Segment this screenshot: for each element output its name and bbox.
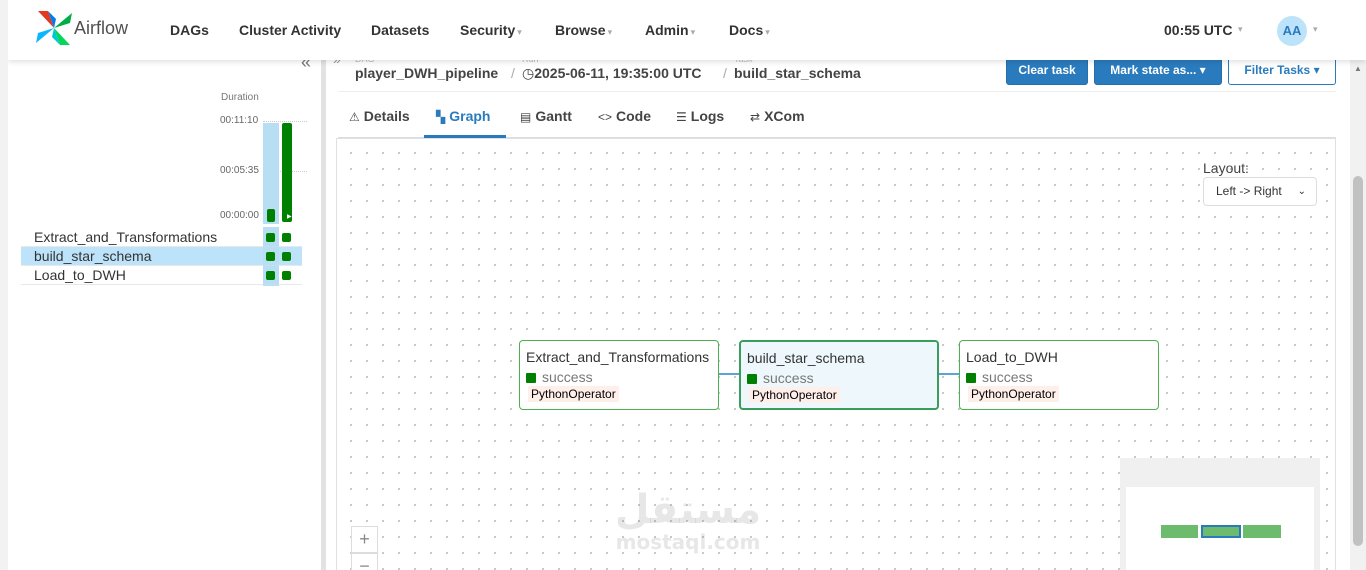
graph-node-load[interactable]: Load_to_DWH success PythonOperator — [959, 340, 1159, 410]
duration-label: Duration — [221, 92, 259, 103]
airflow-logo-icon[interactable] — [34, 9, 74, 47]
nav-dags[interactable]: DAGs — [170, 22, 209, 38]
node-operator: PythonOperator — [968, 386, 1059, 402]
node-operator: PythonOperator — [749, 387, 840, 403]
user-avatar[interactable]: AA — [1277, 16, 1307, 46]
graph-node-build-star-schema[interactable]: build_star_schema success PythonOperator — [739, 340, 939, 410]
caret-down-icon: ▾ — [765, 27, 770, 37]
warning-icon: ⚠ — [349, 110, 360, 124]
duration-tick: 00:05:35 — [220, 165, 259, 176]
chevron-down-icon: ⌄ — [1297, 186, 1306, 197]
task-instance-status[interactable] — [266, 271, 275, 280]
breadcrumb-separator: / — [511, 65, 515, 81]
status-dot-icon — [966, 373, 976, 383]
caret-down-icon: ▾ — [1238, 24, 1243, 34]
scrollbar-thumb[interactable] — [1353, 176, 1363, 546]
run-duration-bar[interactable] — [267, 209, 275, 222]
run-duration-bar[interactable] — [282, 123, 292, 222]
brand-name[interactable]: Airflow — [74, 18, 128, 39]
tab-details[interactable]: ⚠ Details — [349, 108, 410, 124]
task-row-load[interactable]: Load_to_DWH — [21, 266, 302, 285]
task-instance-status[interactable] — [266, 252, 275, 261]
gridline — [263, 121, 307, 122]
node-state: success — [526, 369, 593, 385]
nav-browse[interactable]: Browse ▾ — [555, 22, 612, 38]
nav-admin[interactable]: Admin ▾ — [645, 22, 695, 38]
utc-clock[interactable]: 00:55 UTC — [1164, 22, 1232, 38]
duration-tick: 00:11:10 — [220, 115, 259, 126]
logs-icon: ☰ — [676, 110, 687, 124]
caret-down-icon: ▾ — [1313, 24, 1318, 34]
code-icon: <> — [598, 110, 613, 124]
task-row-extract[interactable]: Extract_and_Transformations — [21, 228, 302, 247]
graph-icon: ▚ — [436, 110, 446, 124]
tab-logs[interactable]: ☰ Logs — [676, 108, 724, 124]
layout-label: Layout: — [1203, 160, 1249, 176]
caret-down-icon: ▾ — [517, 27, 522, 37]
node-state: success — [747, 370, 814, 386]
duration-tick: 00:00:00 — [220, 210, 259, 221]
nav-datasets[interactable]: Datasets — [371, 22, 429, 38]
caret-down-icon: ▾ — [1313, 63, 1320, 77]
caret-down-icon: ▾ — [607, 27, 613, 37]
clock-icon: ◷ — [522, 65, 535, 81]
gantt-icon: ▤ — [520, 110, 532, 124]
task-instance-status[interactable] — [266, 233, 275, 242]
header-divider — [338, 91, 1336, 92]
layout-select[interactable]: Left -> Right ⌄ — [1203, 177, 1317, 206]
node-operator: PythonOperator — [528, 386, 619, 402]
zoom-in-button[interactable]: + — [351, 526, 378, 553]
status-dot-icon — [526, 373, 536, 383]
graph-edge — [939, 373, 961, 375]
task-row-build-star-schema[interactable]: build_star_schema — [21, 247, 302, 266]
graph-node-extract[interactable]: Extract_and_Transformations success Pyth… — [519, 340, 719, 410]
nav-security[interactable]: Security ▾ — [460, 22, 522, 38]
task-instance-status[interactable] — [282, 271, 291, 280]
status-dot-icon — [747, 374, 757, 384]
task-instance-status[interactable] — [282, 252, 291, 261]
top-navbar: Airflow DAGs Cluster Activity Datasets S… — [8, 0, 1366, 60]
breadcrumb-separator: / — [723, 65, 727, 81]
minimap-node — [1201, 525, 1241, 538]
watermark: مستقل mostaql.com — [614, 487, 762, 554]
breadcrumb-task[interactable]: build_star_schema — [734, 65, 861, 81]
minimap-node — [1161, 525, 1198, 538]
airflow-window: Airflow DAGs Cluster Activity Datasets S… — [8, 0, 1366, 570]
nav-cluster-activity[interactable]: Cluster Activity — [239, 22, 341, 38]
zoom-out-button[interactable]: − — [351, 553, 378, 570]
breadcrumb-run[interactable]: ◷2025-06-11, 19:35:00 UTC — [522, 65, 702, 82]
graph-edge — [719, 373, 741, 375]
panel-resize-handle[interactable] — [321, 60, 326, 570]
tab-graph[interactable]: ▚ Graph — [436, 108, 490, 124]
tab-xcom[interactable]: ⇄ XCom — [750, 108, 805, 124]
caret-down-icon: ▾ — [690, 27, 696, 37]
node-state: success — [966, 369, 1033, 385]
xcom-icon: ⇄ — [750, 110, 761, 124]
node-title: Load_to_DWH — [966, 349, 1058, 365]
nav-docs[interactable]: Docs ▾ — [729, 22, 770, 38]
task-instance-status[interactable] — [282, 233, 291, 242]
play-icon: ▶ — [287, 214, 292, 220]
breadcrumb-dag[interactable]: player_DWH_pipeline — [355, 65, 498, 81]
minimap-node — [1243, 525, 1281, 538]
tab-gantt[interactable]: ▤ Gantt — [520, 108, 572, 124]
scroll-up-icon[interactable]: ▲ — [1354, 64, 1362, 73]
caret-down-icon: ▾ — [1199, 63, 1206, 77]
node-title: Extract_and_Transformations — [526, 349, 710, 365]
node-title: build_star_schema — [747, 350, 865, 366]
tab-code[interactable]: <> Code — [598, 108, 651, 124]
